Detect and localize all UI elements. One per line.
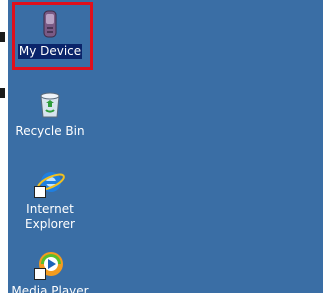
shortcut-arrow-icon [34,186,46,198]
recycle-bin-icon [34,88,66,120]
desktop-icon-recycle-bin[interactable]: Recycle Bin [8,88,92,139]
desktop-icon-label: Internet Explorer [25,202,75,231]
desktop-icon-internet-explorer[interactable]: Internet Explorer [8,166,92,232]
selection-highlight-box [12,2,93,70]
desktop-icon-label: Recycle Bin [15,124,85,138]
left-edge-mark-top [0,32,5,42]
left-edge-mark-bottom [0,88,5,98]
shortcut-arrow-icon [34,268,46,280]
desktop[interactable]: My Device Recycle Bin Internet Explorer [8,0,323,293]
internet-explorer-icon [34,166,66,198]
desktop-icon-media-player[interactable]: Media Player [8,248,92,293]
media-player-icon [34,248,66,280]
desktop-icon-label: Media Player [11,284,89,293]
